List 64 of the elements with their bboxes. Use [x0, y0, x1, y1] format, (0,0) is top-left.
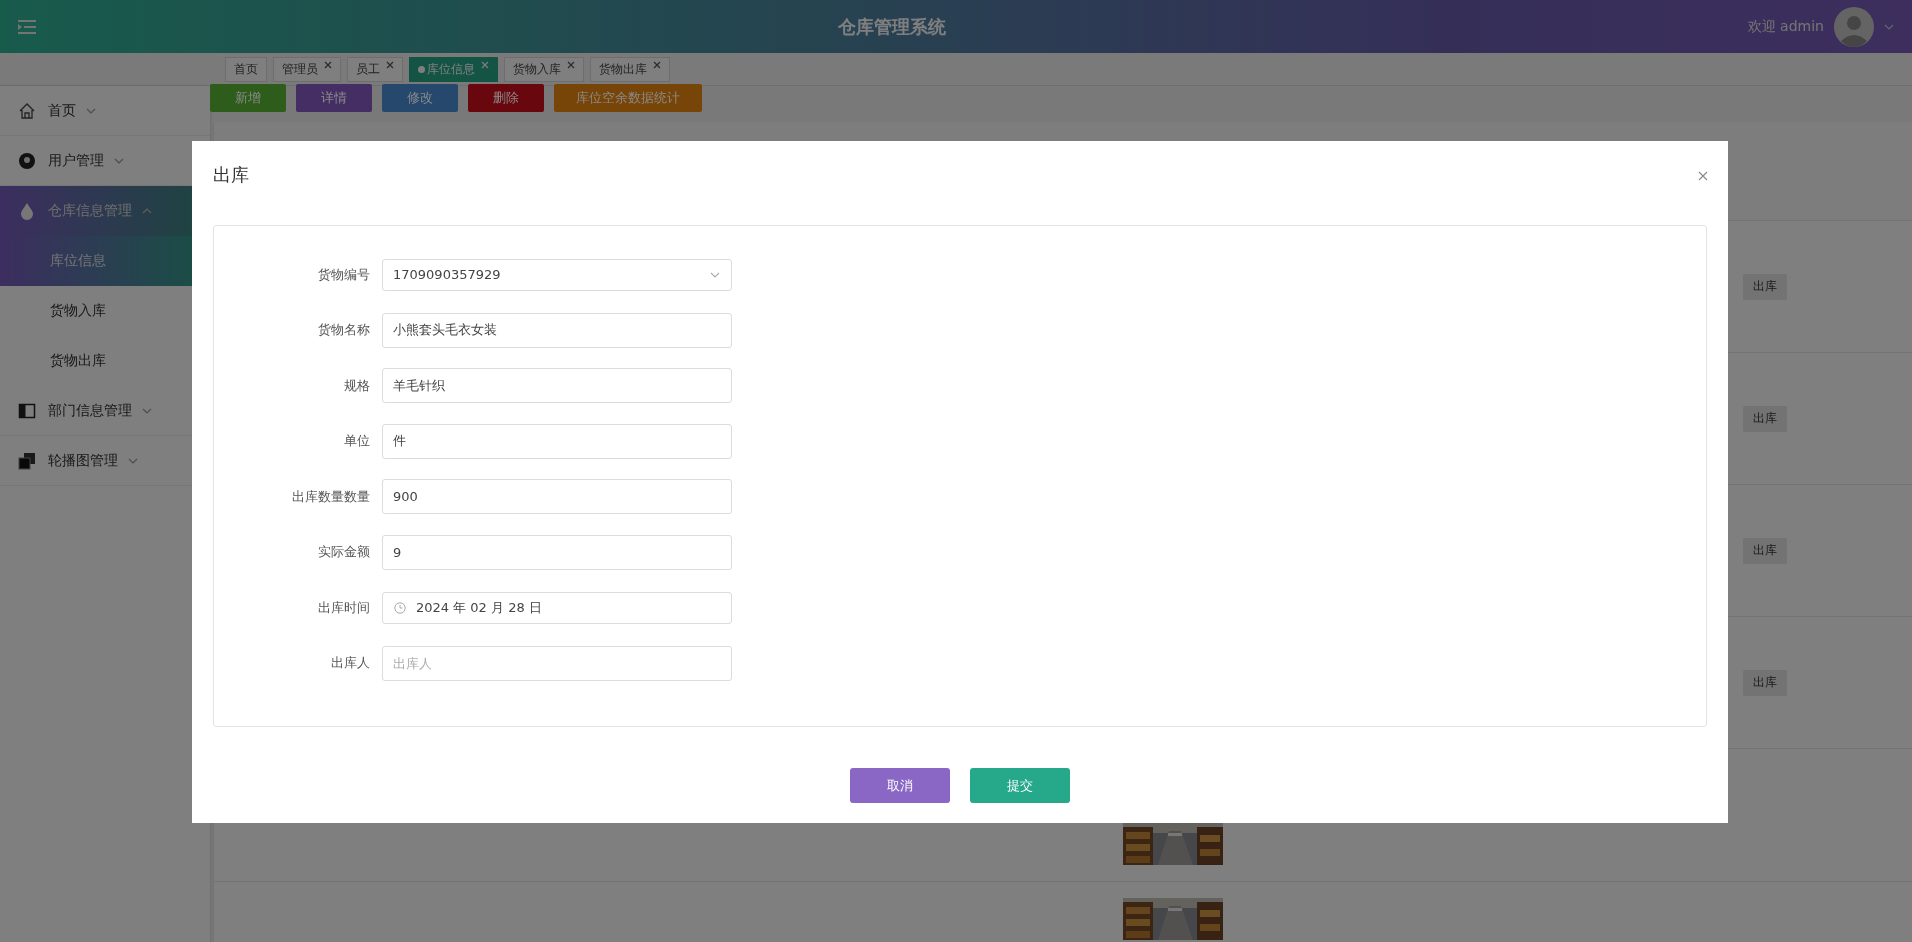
welcome-text: 欢迎 admin — [1747, 17, 1824, 36]
avatar-icon[interactable] — [1834, 6, 1874, 47]
chevron-down-icon — [114, 157, 124, 164]
tab-label[interactable]: 首页 — [234, 60, 258, 78]
tab-label[interactable]: 库位信息 — [427, 60, 475, 78]
toolbar-button[interactable]: 新增 — [210, 84, 286, 112]
input-field[interactable]: 出库人 — [382, 645, 732, 681]
field-label: 出库数量数量 — [291, 487, 371, 506]
input-field[interactable]: 羊毛针织 — [382, 368, 732, 403]
chevron-down-icon — [86, 107, 96, 114]
chevron-up-icon — [142, 208, 152, 214]
close-icon[interactable] — [653, 61, 661, 69]
droplet-icon — [18, 202, 36, 220]
tab[interactable]: 货物入库 — [504, 56, 584, 82]
tab[interactable]: 管理员 — [273, 56, 341, 82]
field-label: 货物编号 — [317, 265, 371, 284]
panel-icon — [18, 401, 36, 420]
date-field[interactable]: 2024 年 02 月 28 日 — [382, 591, 732, 624]
tab[interactable]: 货物出库 — [590, 56, 670, 82]
tab-label[interactable]: 货物入库 — [513, 60, 561, 78]
field-label: 货物名称 — [317, 321, 371, 339]
tab-label[interactable]: 员工 — [356, 60, 380, 78]
sidebar-item[interactable]: 首页 — [0, 86, 210, 136]
toolbar-button[interactable]: 删除 — [468, 84, 544, 112]
input-field[interactable]: 900 — [382, 479, 732, 514]
input-field[interactable]: 9 — [382, 534, 732, 570]
copies-icon — [18, 451, 36, 470]
tab-label[interactable]: 管理员 — [282, 60, 318, 78]
tab[interactable]: 首页 — [225, 56, 267, 82]
close-icon[interactable] — [567, 61, 575, 69]
select-field[interactable]: 1709090357929 — [382, 258, 732, 291]
input-field[interactable]: 小熊套头毛衣女装 — [382, 312, 732, 348]
row-action-button[interactable]: 出库 — [1743, 405, 1787, 432]
menu-icon[interactable] — [18, 19, 36, 34]
close-icon[interactable] — [1698, 171, 1708, 181]
submit-button[interactable]: 提交 — [970, 768, 1070, 803]
field-label: 出库时间 — [317, 598, 371, 617]
tab-label[interactable]: 货物出库 — [599, 60, 647, 78]
chevron-down-icon — [710, 271, 720, 278]
close-icon[interactable] — [324, 61, 332, 69]
clock-icon — [394, 601, 406, 614]
row-action-button[interactable]: 出库 — [1743, 537, 1787, 564]
close-icon[interactable] — [386, 61, 394, 69]
field-label: 规格 — [343, 376, 371, 395]
field-label: 出库人 — [330, 654, 371, 672]
toolbar-button[interactable]: 修改 — [382, 84, 458, 112]
tab[interactable]: 库位信息 — [409, 56, 498, 82]
home-icon — [18, 101, 36, 120]
chevron-down-icon — [142, 407, 152, 414]
field-label: 单位 — [343, 432, 371, 450]
row-action-button[interactable]: 出库 — [1743, 669, 1787, 696]
chevron-down-icon[interactable] — [1884, 23, 1894, 30]
toolbar-button[interactable]: 详情 — [296, 84, 372, 112]
chevron-down-icon — [128, 457, 138, 464]
app-title: 仓库管理系统 — [836, 14, 947, 39]
input-field[interactable]: 件 — [382, 423, 732, 459]
cancel-button[interactable]: 取消 — [850, 768, 950, 803]
dialog-title: 出库 — [213, 163, 249, 187]
toolbar-button[interactable]: 库位空余数据统计 — [554, 84, 702, 112]
row-action-button[interactable]: 出库 — [1743, 273, 1787, 300]
dot-icon — [418, 65, 425, 73]
field-label: 实际金额 — [317, 543, 371, 561]
user-icon — [18, 151, 36, 170]
tab[interactable]: 员工 — [347, 56, 403, 82]
